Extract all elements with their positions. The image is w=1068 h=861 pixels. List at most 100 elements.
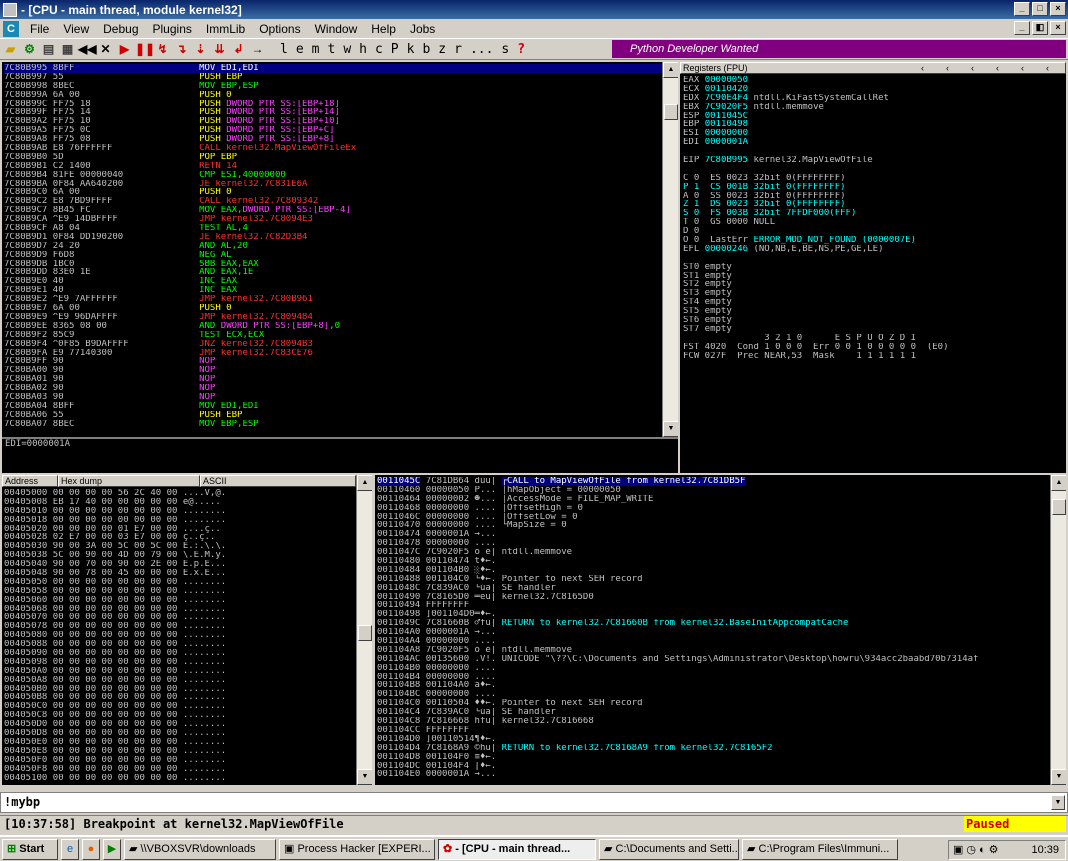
stack-row[interactable]: 001104A0 0000001A →... — [377, 628, 1049, 637]
stack-row[interactable]: 00110480 00110474 t♦←. — [377, 557, 1049, 566]
stack-row[interactable]: 00110498 ]001104D0═♦←. — [377, 610, 1049, 619]
dump-row[interactable]: 004050B8 00 00 00 00 00 00 00 00 .......… — [4, 693, 354, 702]
dump-row[interactable]: 004050E8 00 00 00 00 00 00 00 00 .......… — [4, 747, 354, 756]
register-row[interactable]: ECX 00110420 — [683, 85, 1063, 94]
disasm-row[interactable]: 7C80B9D9 F6D8 NEG AL — [4, 251, 662, 260]
dump-row[interactable]: 004050A8 00 00 00 00 00 00 00 00 .......… — [4, 676, 354, 685]
disasm-row[interactable]: 7C80BA07 8BEC MOV EBP,ESP — [4, 420, 662, 429]
disasm-row[interactable]: 7C80B9E1 40 INC EAX — [4, 286, 662, 295]
menu-help[interactable]: Help — [364, 22, 403, 36]
fpu-st-row[interactable]: ST3 empty — [683, 289, 1063, 298]
register-row[interactable]: EDX 7C90E4F4 ntdll.KiFastSystemCallRet — [683, 94, 1063, 103]
mdi-minimize-button[interactable]: _ — [1014, 21, 1030, 35]
flag-row[interactable]: T 0 GS 0000 NULL — [683, 218, 1063, 227]
firefox-quicklaunch-icon[interactable]: ● — [82, 839, 100, 860]
trace-over-icon[interactable]: ⇊ — [211, 41, 228, 58]
python-developer-banner[interactable]: Python Developer Wanted — [612, 40, 1066, 58]
dump-row[interactable]: 00405028 02 E7 00 00 03 E7 00 00 ç..ç.. — [4, 533, 354, 542]
disasm-row[interactable]: 7C80B99F FF75 14 PUSH DWORD PTR SS:[EBP+… — [4, 108, 662, 117]
stack-row[interactable]: 001104DC 001104F4 ⌠♦←. — [377, 762, 1049, 771]
trace-into-icon[interactable]: ⇣ — [192, 41, 209, 58]
task-immunity-debugger[interactable]: ✿ - [CPU - main thread... — [438, 839, 596, 860]
dump-row[interactable]: 00405008 EB 17 40 00 00 00 00 00 ë@....… — [4, 498, 354, 507]
disassembly-pane[interactable]: 7C80B995 8BFF MOV EDI,EDI 7C80B997 55 PUS… — [2, 62, 678, 437]
register-row[interactable]: ESP 0011045C — [683, 112, 1063, 121]
disassembly-scrollbar[interactable]: ▲ ▼ — [662, 62, 678, 437]
menu-debug[interactable]: Debug — [96, 22, 145, 36]
task-process-hacker[interactable]: ▣ Process Hacker [EXPERI... — [279, 839, 435, 860]
menu-options[interactable]: Options — [252, 22, 307, 36]
dump-row[interactable]: 004050C8 00 00 00 00 00 00 00 00 .......… — [4, 711, 354, 720]
disasm-row[interactable]: 7C80B9E0 40 INC EAX — [4, 277, 662, 286]
register-row[interactable]: EBX 7C9020F5 ntdll.memmove — [683, 103, 1063, 112]
fpu-st-row[interactable]: ST4 empty — [683, 298, 1063, 307]
dump-row[interactable]: 00405048 90 00 78 00 45 00 00 00 E.x.E..… — [4, 569, 354, 578]
stack-row[interactable]: 0011049C 7C81660B ♂fü| RETURN to kernel3… — [377, 619, 1049, 628]
dump-row[interactable]: 004050D0 00 00 00 00 00 00 00 00 .......… — [4, 720, 354, 729]
flag-row[interactable]: C 0 ES 0023 32bit 0(FFFFFFFF) — [683, 174, 1063, 183]
efl-row[interactable]: EFL 00000246 (NO,NB,E,BE,NS,PE,GE,LE) — [683, 245, 1063, 254]
command-dropdown-arrow[interactable]: ▼ — [1051, 795, 1065, 810]
dump-row[interactable]: 00405050 00 00 00 00 00 00 00 00 .......… — [4, 578, 354, 587]
menu-plugins[interactable]: Plugins — [146, 22, 199, 36]
close-process-icon[interactable]: ✕ — [97, 41, 114, 58]
disasm-row[interactable]: 7C80B9FA E9 77140300 JMP kernel32.7C83CE… — [4, 349, 662, 358]
dump-row[interactable]: 004050F8 00 00 00 00 00 00 00 00 .......… — [4, 765, 354, 774]
stack-row[interactable]: 001104C0 00110504 ♦♦←. Pointer to next S… — [377, 699, 1049, 708]
disasm-row[interactable]: 7C80B9D7 24 20 AND AL,20 — [4, 242, 662, 251]
dump-row[interactable]: 00405060 00 00 00 00 00 00 00 00 .......… — [4, 596, 354, 605]
toolbar-help-button[interactable]: ? — [517, 42, 525, 57]
fst-row[interactable]: FST 4020 Cond 1 0 0 0 Err 0 0 1 0 0 0 0 … — [683, 343, 1063, 352]
go-to-address-icon[interactable]: → — [249, 41, 266, 58]
start-button[interactable]: ⊞ Start — [2, 839, 58, 860]
disasm-row[interactable]: 7C80BA00 90 NOP — [4, 366, 662, 375]
toolbar-threads-button[interactable]: t — [327, 42, 335, 57]
flag-row[interactable]: A 0 SS 0023 32bit 0(FFFFFFFF) — [683, 192, 1063, 201]
stack-row[interactable]: 001104D4 7C8168A9 ©hü| RETURN to kernel3… — [377, 744, 1049, 753]
registers-nav-arrows[interactable]: ‹‹‹‹‹‹ — [921, 63, 1066, 73]
run-icon[interactable]: ▶ — [116, 41, 133, 58]
toolbar-windows-button[interactable]: w — [343, 42, 351, 57]
disasm-row[interactable]: 7C80B9B1 C2 1400 RETN 14 — [4, 162, 662, 171]
disasm-row[interactable]: 7C80B9DB 1BC0 SBB EAX,EAX — [4, 260, 662, 269]
close-button[interactable]: × — [1050, 2, 1066, 16]
stack-row[interactable]: 001104D8 001104F0 ≡♦←. — [377, 753, 1049, 762]
disasm-row[interactable]: 7C80B9AB E8 76FFFFFF CALL kernel32.MapVi… — [4, 144, 662, 153]
stack-row[interactable]: 001104B0 00000000 .... — [377, 664, 1049, 673]
disasm-row[interactable]: 7C80B9B0 5D POP EBP — [4, 153, 662, 162]
disasm-row[interactable]: 7C80B9BA 0F84 AA640200 JE kernel32.7C831… — [4, 180, 662, 189]
stack-row[interactable]: 001104C4 7C839AC0 └úä| SE handler — [377, 708, 1049, 717]
stack-row[interactable]: 001104D0 ]00110514¶♦←. — [377, 735, 1049, 744]
open-folder-icon[interactable]: ▰ — [2, 41, 19, 58]
disasm-row[interactable]: 7C80B99A 6A 00 PUSH 0 — [4, 91, 662, 100]
dump-header-hex[interactable]: Hex dump — [58, 475, 200, 487]
register-row[interactable]: EDI 0000001A — [683, 138, 1063, 147]
scroll-thumb[interactable] — [664, 104, 678, 120]
menu-immlib[interactable]: ImmLib — [199, 22, 252, 36]
fcw-row[interactable]: FCW 027F Prec NEAR,53 Mask 1 1 1 1 1 1 — [683, 352, 1063, 361]
eip-row[interactable]: EIP 7C80B995 kernel32.MapViewOfFile — [683, 156, 1063, 165]
step-into-icon[interactable]: ↯ — [154, 41, 171, 58]
flag-row[interactable]: P 1 CS 001B 32bit 0(FFFFFFFF) — [683, 183, 1063, 192]
step-over-icon[interactable]: ↴ — [173, 41, 190, 58]
dump-row[interactable]: 00405098 00 00 00 00 00 00 00 00 .......… — [4, 658, 354, 667]
disasm-row[interactable]: 7C80B9F2 85C9 TEST ECX,ECX — [4, 331, 662, 340]
mdi-close-button[interactable]: × — [1050, 21, 1066, 35]
stack-row[interactable]: 00110488 001104C0 └♦←. Pointer to next S… — [377, 575, 1049, 584]
registers-header[interactable]: Registers (FPU) ‹‹‹‹‹‹ — [680, 62, 1066, 74]
disasm-row[interactable]: 7C80B9E2 ^E9 7AFFFFFF JMP kernel32.7C80B… — [4, 295, 662, 304]
disasm-row[interactable]: 7C80BA03 90 NOP — [4, 393, 662, 402]
registers-pane[interactable]: Registers (FPU) ‹‹‹‹‹‹ EAX 00000050 ECX 0… — [680, 62, 1066, 473]
stack-scroll-thumb[interactable] — [1052, 499, 1066, 515]
stack-row[interactable]: 001104AC 00135600 .V!. UNICODE "\??\C:\D… — [377, 655, 1049, 664]
menu-view[interactable]: View — [56, 22, 96, 36]
disasm-row[interactable]: 7C80B9A5 FF75 0C PUSH DWORD PTR SS:[EBP+… — [4, 126, 662, 135]
maximize-button[interactable]: □ — [1032, 2, 1048, 16]
toolbar-breakpoints-button[interactable]: b — [422, 42, 430, 57]
dump-row[interactable]: 00405080 00 00 00 00 00 00 00 00 .......… — [4, 631, 354, 640]
toolbar-log-button[interactable]: l — [280, 42, 288, 57]
flag-row[interactable]: D 0 — [683, 227, 1063, 236]
dump-row[interactable]: 004050A0 00 00 00 00 00 00 00 00 .......… — [4, 667, 354, 676]
disasm-row[interactable]: 7C80B9C2 E8 7BD9FFFF CALL kernel32.7C809… — [4, 197, 662, 206]
disasm-row[interactable]: 7C80B995 8BFF MOV EDI,EDI — [4, 64, 662, 73]
